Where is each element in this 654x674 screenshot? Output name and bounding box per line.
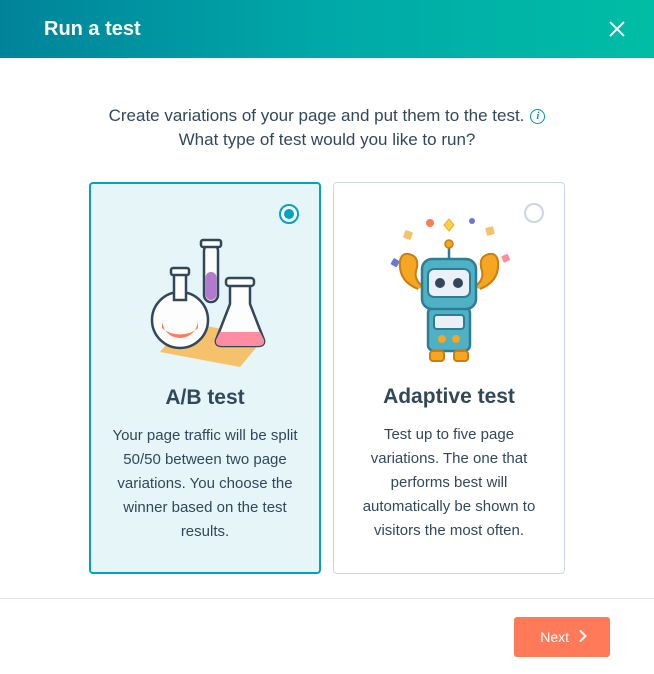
modal-header: Run a test [0, 0, 654, 58]
intro-text-line1: Create variations of your page and put t… [109, 106, 546, 126]
next-button[interactable]: Next [514, 617, 610, 657]
test-type-cards: A/B test Your page traffic will be split… [89, 182, 565, 574]
close-icon [606, 18, 628, 40]
close-button[interactable] [600, 12, 634, 46]
run-test-modal: Run a test Create variations of your pag… [0, 0, 654, 674]
intro-text-line2: What type of test would you like to run? [179, 130, 476, 150]
card-desc-adaptive: Test up to five page variations. The one… [352, 423, 546, 543]
robot-image [374, 211, 524, 371]
radio-ab-test[interactable] [279, 204, 299, 224]
next-button-label: Next [540, 629, 569, 645]
card-title-ab: A/B test [165, 386, 244, 410]
radio-dot-icon [284, 209, 294, 219]
intro-line1-text: Create variations of your page and put t… [109, 106, 525, 126]
radio-adaptive-test[interactable] [524, 203, 544, 223]
card-desc-ab: Your page traffic will be split 50/50 be… [109, 424, 301, 544]
flasks-image [130, 212, 280, 372]
modal-footer: Next [0, 598, 654, 674]
card-title-adaptive: Adaptive test [383, 385, 515, 409]
modal-body: Create variations of your page and put t… [0, 58, 654, 598]
modal-title: Run a test [44, 18, 141, 41]
card-adaptive-test[interactable]: Adaptive test Test up to five page varia… [333, 182, 565, 574]
card-ab-test[interactable]: A/B test Your page traffic will be split… [89, 182, 321, 574]
info-icon[interactable]: i [530, 109, 545, 124]
chevron-right-icon [579, 629, 588, 645]
